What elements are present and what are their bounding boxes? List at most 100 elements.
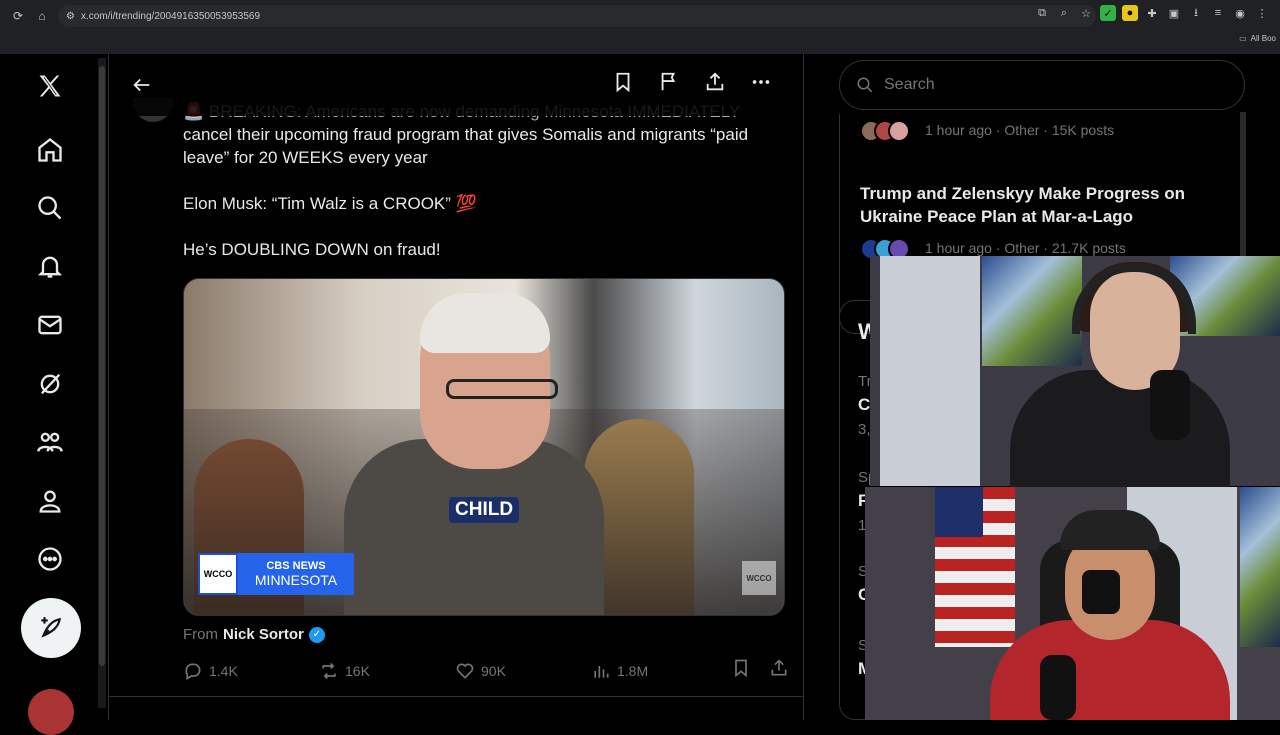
drink-cup — [1082, 570, 1120, 614]
zoom-icon[interactable]: ⌕ — [1056, 5, 1072, 21]
x-logo-icon[interactable] — [30, 66, 70, 106]
download-icon[interactable]: ⭳ — [1188, 5, 1204, 21]
menu-icon[interactable]: ⋮ — [1254, 5, 1270, 21]
trend2-title-link[interactable]: Trump and Zelenskyy Make Progress on Ukr… — [860, 182, 1230, 228]
cam1-door — [880, 256, 980, 486]
reply-count: 1.4K — [209, 663, 238, 679]
reply-button[interactable]: 1.4K — [183, 661, 319, 681]
communities-icon[interactable] — [30, 422, 70, 462]
post-text-closing: He’s DOUBLING DOWN on fraud! — [183, 240, 441, 259]
trend1-meta: 1 hour ago · Other · 15K posts — [925, 122, 1115, 138]
compose-post-button[interactable] — [21, 598, 81, 658]
source-author-link[interactable]: Nick Sortor — [223, 626, 304, 643]
search-placeholder: Search — [884, 76, 935, 93]
heart-icon — [456, 663, 474, 679]
search-field[interactable]: Search — [839, 60, 1245, 110]
views-count: 1.8M — [617, 663, 649, 679]
from-label: From — [183, 626, 218, 643]
more-horizontal-icon[interactable] — [749, 70, 773, 94]
all-bookmarks-label: All Boo — [1250, 34, 1276, 43]
repost-count: 16K — [345, 663, 370, 679]
browser-toolbar: ⟳ ⌂ ⚙ x.com/i/trending/20049163500539535… — [0, 0, 1280, 32]
sidepanel-icon[interactable]: ▣ — [1166, 5, 1182, 21]
analytics-bars-icon — [594, 666, 609, 678]
post-text-line2: cancel their upcoming fraud program that… — [183, 125, 749, 167]
bookmark-post-icon[interactable] — [731, 658, 751, 683]
post-header-bar — [109, 54, 803, 116]
cam2-poster — [1240, 487, 1280, 647]
home-icon[interactable] — [30, 130, 70, 170]
feather-plus-icon — [41, 617, 61, 638]
left-navigation — [0, 54, 100, 720]
folder-icon: ▭ — [1239, 34, 1247, 43]
wcco-watermark: WCCO — [742, 561, 776, 595]
reply-bubble-icon — [185, 663, 201, 680]
like-button[interactable]: 90K — [455, 661, 591, 681]
home-browser-icon[interactable]: ⌂ — [30, 4, 54, 28]
streamer1-body — [1010, 370, 1230, 490]
extension-yellow-icon[interactable]: ● — [1122, 5, 1138, 21]
news-badge: WCCO CBS NEWS MINNESOTA — [198, 553, 354, 595]
bookmarks-bar[interactable]: ▭ All Boo — [1239, 34, 1276, 43]
engagement-right-actions — [731, 658, 789, 683]
screenshot-icon[interactable]: ⧉ — [1034, 5, 1050, 21]
address-bar[interactable]: ⚙ x.com/i/trending/2004916350053953569 — [58, 5, 1096, 27]
messages-envelope-icon[interactable] — [30, 305, 70, 345]
tabsearch-icon[interactable]: ≡ — [1210, 5, 1226, 21]
media-speaker-hair — [420, 293, 550, 353]
media-speaker-glasses — [446, 379, 558, 399]
post-media-video[interactable]: CHILD WCCO CBS NEWS MINNESOTA WCCO — [183, 278, 785, 616]
flag-canton — [935, 487, 983, 537]
cbs-news-logo: CBS NEWS MINNESOTA — [238, 553, 354, 595]
reload-icon[interactable]: ⟳ — [6, 4, 30, 28]
cbs-network: CBS NEWS — [266, 560, 326, 572]
site-info-icon[interactable]: ⚙ — [66, 11, 75, 22]
post-body: 🚨 BREAKING: Americans are now demanding … — [183, 100, 793, 284]
source-attribution: From Nick Sortor ✓ — [183, 626, 325, 643]
verified-badge-icon: ✓ — [308, 626, 325, 643]
engagement-bar: 1.4K 16K 90K 1.8M — [183, 658, 789, 684]
more-circle-icon[interactable] — [30, 539, 70, 579]
post-divider — [109, 696, 803, 697]
profile-person-icon[interactable] — [30, 481, 70, 521]
share-icon[interactable] — [703, 70, 727, 94]
hundred-emoji: 💯 — [455, 194, 477, 213]
side-fragment: C — [858, 395, 871, 414]
post-text-quote: Elon Musk: “Tim Walz is a CROOK” — [183, 194, 451, 213]
search-glass-icon — [857, 77, 873, 93]
arrow-left-icon — [133, 78, 150, 92]
url-text: x.com/i/trending/2004916350053953569 — [80, 10, 261, 22]
trend1-avatars — [860, 120, 910, 142]
back-button[interactable] — [127, 70, 157, 100]
streamer2-cap — [1060, 510, 1160, 550]
puzzle-icon[interactable]: ✚ — [1144, 5, 1160, 21]
bookmark-icon[interactable] — [611, 70, 635, 94]
wcco-logo: WCCO — [198, 553, 238, 595]
repost-button[interactable]: 16K — [319, 661, 455, 681]
cam1-poster — [982, 256, 1082, 366]
extension-green-icon[interactable]: ✓ — [1100, 5, 1116, 21]
account-avatar[interactable] — [28, 689, 74, 735]
like-count: 90K — [481, 663, 506, 679]
extensions-row: ⧉ ⌕ ☆ ✓ ● ✚ ▣ ⭳ ≡ ◉ ⋮ — [1034, 5, 1270, 21]
flag-icon[interactable] — [657, 70, 681, 94]
profile-icon[interactable]: ◉ — [1232, 5, 1248, 21]
cam1-microphone — [1150, 370, 1190, 440]
search-icon[interactable] — [30, 188, 70, 228]
browser-chrome: ⟳ ⌂ ⚙ x.com/i/trending/20049163500539535… — [0, 0, 1280, 54]
share-post-icon[interactable] — [769, 658, 789, 683]
notifications-bell-icon[interactable] — [30, 246, 70, 286]
cam2-microphone — [1040, 655, 1076, 720]
post-header-actions — [611, 70, 773, 94]
trend2-meta: 1 hour ago · Other · 21.7K posts — [925, 240, 1126, 256]
repost-icon — [322, 662, 336, 680]
grok-icon[interactable] — [30, 364, 70, 404]
trend-avatar — [888, 120, 910, 142]
side-fragment: 3, — [858, 421, 871, 438]
views-button[interactable]: 1.8M — [591, 661, 727, 681]
cbs-region: MINNESOTA — [254, 572, 338, 588]
post-detail-column: 🚨 BREAKING: Americans are now demanding … — [108, 54, 804, 720]
star-icon[interactable]: ☆ — [1078, 5, 1094, 21]
left-scrollbar-thumb[interactable] — [99, 66, 105, 666]
media-caption: CHILD — [449, 497, 520, 523]
